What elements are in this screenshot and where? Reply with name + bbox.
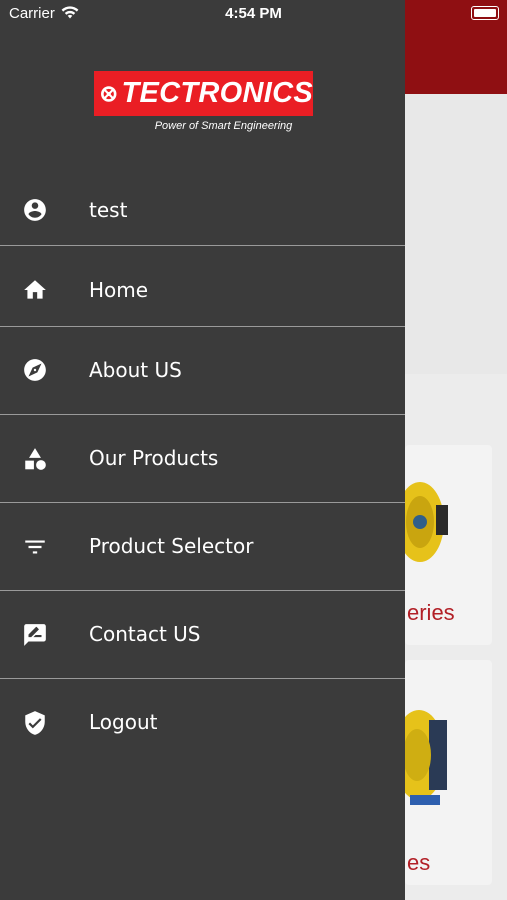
logo-badge: TECTRONICS xyxy=(94,71,313,116)
navigation-drawer: TECTRONICS Power of Smart Engineering te… xyxy=(0,0,405,900)
shield-check-icon xyxy=(22,710,48,736)
shapes-icon xyxy=(22,446,48,472)
brand-logo: TECTRONICS Power of Smart Engineering xyxy=(94,71,313,132)
menu-item-product-selector[interactable]: Product Selector xyxy=(0,503,405,591)
home-icon xyxy=(22,277,48,303)
menu-item-label: About US xyxy=(89,358,182,382)
filter-icon xyxy=(22,534,48,560)
account-circle-icon xyxy=(22,197,48,223)
battery-icon xyxy=(471,6,499,20)
menu-item-our-products[interactable]: Our Products xyxy=(0,415,405,503)
menu-item-user[interactable]: test xyxy=(0,170,405,246)
menu-item-contact[interactable]: Contact US xyxy=(0,591,405,679)
brand-name: TECTRONICS xyxy=(121,77,313,109)
menu-item-label: Product Selector xyxy=(89,534,254,558)
drawer-menu: test Home About US Our Products Product … xyxy=(0,170,405,767)
gear-logo-icon xyxy=(101,85,117,102)
status-bar: Carrier 4:54 PM xyxy=(0,0,507,28)
menu-item-label: Logout xyxy=(89,710,158,734)
clock: 4:54 PM xyxy=(225,5,282,22)
menu-item-label: Our Products xyxy=(89,446,219,470)
menu-item-label: Home xyxy=(89,278,149,302)
menu-item-about[interactable]: About US xyxy=(0,327,405,415)
brand-tagline: Power of Smart Engineering xyxy=(154,120,293,132)
menu-item-label: test xyxy=(89,198,128,222)
product-image xyxy=(400,482,448,562)
background-hero-image xyxy=(405,94,507,374)
compass-icon xyxy=(22,357,48,383)
menu-item-logout[interactable]: Logout xyxy=(0,679,405,767)
menu-item-home[interactable]: Home xyxy=(0,246,405,327)
feedback-icon xyxy=(22,622,48,648)
menu-item-label: Contact US xyxy=(89,622,201,646)
